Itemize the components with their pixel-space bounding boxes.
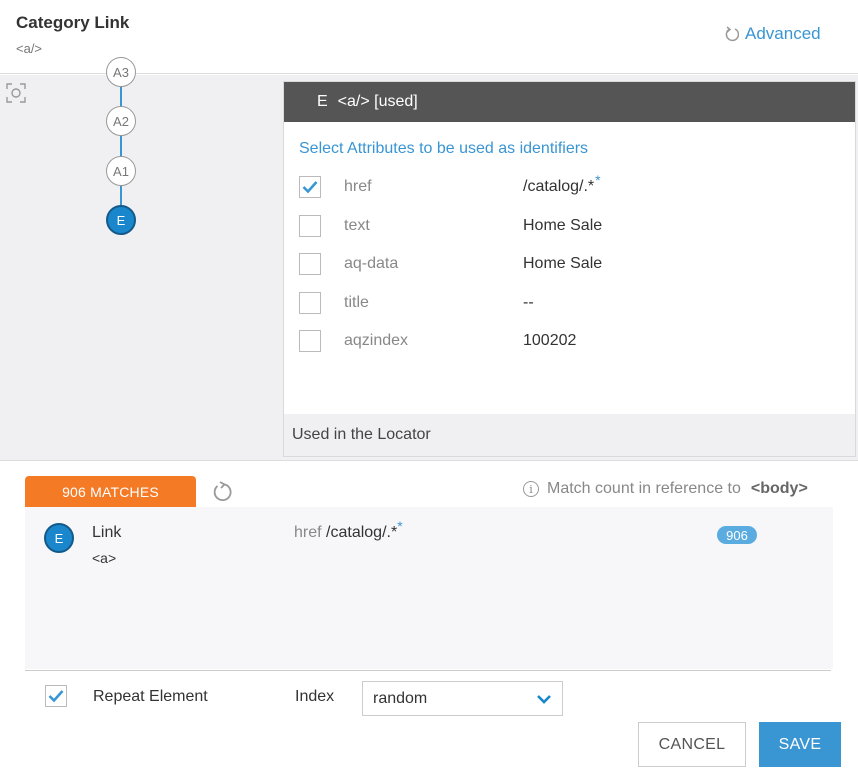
attribute-row-title: title -- (299, 290, 839, 316)
match-reference-text: Match count in reference to (547, 480, 741, 497)
match-attribute-value: /catalog/.* (326, 524, 398, 541)
attribute-checkbox-title[interactable] (299, 292, 321, 314)
element-tag-subtitle: <a/> (16, 41, 43, 56)
tree-node-a2[interactable]: A2 (106, 106, 136, 136)
panel-header-label: <a/> [used] (337, 93, 418, 110)
attribute-checkbox-aq-data[interactable] (299, 253, 321, 275)
match-reference-note: i Match count in reference to <body> (523, 480, 808, 498)
tree-node-a1[interactable]: A1 (106, 156, 136, 186)
attribute-checkbox-text[interactable] (299, 215, 321, 237)
attribute-checkbox-href[interactable] (299, 176, 321, 198)
attributes-section-title: Select Attributes to be used as identifi… (299, 140, 589, 157)
index-label: Index (295, 688, 335, 705)
attribute-value: Home Sale (523, 217, 603, 234)
attribute-name: aq-data (344, 255, 399, 272)
check-icon (48, 690, 64, 703)
tree-node-e[interactable]: E (106, 205, 136, 235)
tree-connector (120, 75, 122, 209)
attribute-value: /catalog/.** (523, 172, 601, 196)
regex-star: * (595, 172, 601, 188)
attribute-name: href (344, 178, 372, 195)
save-button[interactable]: SAVE (759, 722, 841, 767)
attribute-value: 100202 (523, 332, 577, 349)
match-element-tag: <a> (92, 550, 117, 566)
attribute-row-aqzindex: aqzindex 100202 (299, 328, 839, 354)
attribute-row-text: text Home Sale (299, 213, 839, 239)
chevron-down-icon (537, 695, 551, 704)
attribute-panel: E <a/> [used] Select Attributes to be us… (283, 81, 856, 457)
repeat-element-checkbox[interactable] (45, 685, 67, 707)
attribute-name: text (344, 217, 370, 234)
page-title: Category Link (16, 13, 130, 32)
attribute-value: -- (523, 294, 534, 311)
redo-icon (725, 26, 739, 42)
match-attribute-name: href (294, 524, 322, 541)
cancel-button[interactable]: CANCEL (638, 722, 746, 767)
attribute-name: title (344, 294, 369, 311)
attribute-name: aqzindex (344, 332, 409, 349)
repeat-element-label: Repeat Element (93, 688, 208, 705)
panel-header: E <a/> [used] (284, 82, 855, 122)
tree-node-a3[interactable]: A3 (106, 57, 136, 87)
divider (25, 670, 831, 671)
attribute-value: Home Sale (523, 255, 603, 272)
matches-list: E Link <a> href /catalog/.** 906 (25, 507, 833, 669)
reference-element-tag[interactable]: <body> (751, 480, 808, 498)
attribute-checkbox-aqzindex[interactable] (299, 330, 321, 352)
attribute-row-href: href /catalog/.** (299, 172, 839, 200)
match-element-name: Link (92, 524, 122, 541)
advanced-link[interactable]: Advanced (725, 24, 821, 44)
regex-star: * (397, 518, 403, 534)
refresh-icon[interactable] (211, 480, 235, 509)
index-selected-value: random (373, 689, 428, 707)
attribute-row-aq-data: aq-data Home Sale (299, 251, 839, 277)
check-icon (302, 181, 318, 194)
match-count-badge: 906 (717, 526, 757, 544)
focus-icon[interactable] (6, 83, 26, 108)
index-select[interactable]: random (362, 681, 563, 716)
info-icon: i (523, 481, 539, 497)
element-e-badge: E (44, 523, 74, 553)
element-hierarchy-area: A3 A2 A1 E E <a/> [used] Select Attribut… (0, 57, 858, 461)
attribute-value-text: /catalog/.* (523, 178, 595, 195)
advanced-label: Advanced (745, 24, 821, 43)
panel-header-letter: E (317, 93, 328, 110)
locator-usage-note: Used in the Locator (284, 414, 855, 456)
match-attribute: href /catalog/.** (294, 518, 403, 542)
matches-tab[interactable]: 906 MATCHES (25, 476, 196, 507)
